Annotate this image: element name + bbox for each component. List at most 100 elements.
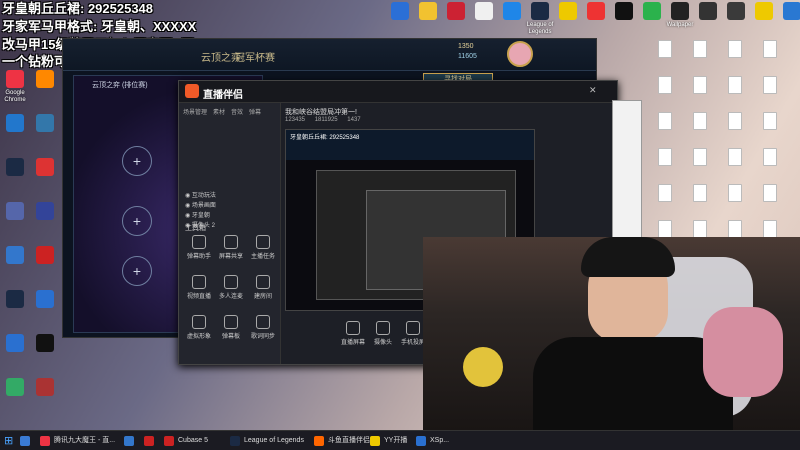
desktop-icon[interactable] bbox=[30, 378, 60, 398]
source-label: 牙皇朝 bbox=[191, 213, 210, 219]
desktop-icon[interactable] bbox=[0, 114, 30, 134]
file-icon[interactable] bbox=[755, 184, 785, 204]
overlay-line-2: 牙家军马甲格式: 牙皇朝、XXXXX bbox=[2, 19, 197, 34]
bottom-action-button[interactable]: 摄像头 bbox=[369, 321, 397, 346]
invite-slot[interactable]: + bbox=[122, 256, 152, 286]
invite-slot[interactable]: + bbox=[122, 146, 152, 176]
start-button[interactable]: ⊞ bbox=[4, 434, 13, 447]
taskbar-item[interactable]: Cubase 5 bbox=[162, 434, 224, 448]
file-icon[interactable] bbox=[650, 148, 680, 168]
scene-tab[interactable]: 场景管理 bbox=[183, 110, 207, 116]
taskbar-item[interactable]: 斗鱼直播伴侣 bbox=[312, 434, 370, 448]
file-icon[interactable] bbox=[685, 112, 715, 132]
desktop-icon[interactable] bbox=[30, 114, 60, 134]
scene-tab[interactable]: 弹幕 bbox=[249, 110, 261, 116]
overlay-line-1: 牙皇朝丘丘裙: 292525348 bbox=[2, 1, 154, 16]
app-icon bbox=[531, 2, 549, 20]
eye-icon[interactable]: ◉ bbox=[185, 213, 192, 219]
game-tab-2[interactable]: 冠军杯赛 bbox=[235, 49, 275, 64]
desktop-icon[interactable] bbox=[0, 290, 30, 310]
desktop-icon[interactable] bbox=[0, 378, 30, 398]
desktop-icon[interactable] bbox=[30, 70, 60, 90]
app-icon bbox=[36, 334, 54, 352]
scene-tab[interactable]: 素材 bbox=[213, 110, 225, 116]
app-icon bbox=[6, 202, 24, 220]
file-icon[interactable] bbox=[720, 76, 750, 96]
taskbar: ⊞ 腾讯九大魔王 - 直... Cubase 5 League of Legends… bbox=[0, 430, 800, 450]
avatar[interactable] bbox=[507, 41, 533, 67]
desktop-icon[interactable] bbox=[30, 246, 60, 266]
desktop-icon[interactable] bbox=[30, 334, 60, 354]
tool-icon bbox=[192, 275, 206, 289]
file-icon[interactable] bbox=[720, 40, 750, 60]
eye-icon[interactable]: ◉ bbox=[185, 203, 192, 209]
invite-slot[interactable]: + bbox=[122, 206, 152, 236]
tool-button[interactable]: 主播任务 bbox=[249, 235, 277, 260]
desktop-icon[interactable] bbox=[30, 202, 60, 222]
document-icon bbox=[763, 112, 777, 130]
tool-button[interactable]: 视频直播 bbox=[185, 275, 213, 300]
file-icon[interactable] bbox=[755, 112, 785, 132]
desktop-icon[interactable] bbox=[772, 2, 800, 22]
desktop-icon[interactable] bbox=[0, 158, 30, 178]
source-item[interactable]: ◉ 牙皇朝 bbox=[185, 211, 276, 221]
eye-icon[interactable]: ◉ bbox=[185, 193, 192, 199]
action-icon bbox=[376, 321, 390, 335]
source-item[interactable]: ◉ 互动玩法 bbox=[185, 191, 276, 201]
desktop-icon[interactable] bbox=[0, 246, 30, 266]
file-icon[interactable] bbox=[755, 148, 785, 168]
file-icon[interactable] bbox=[720, 112, 750, 132]
file-icon[interactable] bbox=[685, 76, 715, 96]
desktop-icon[interactable]: Google Chrome bbox=[0, 70, 30, 104]
file-icon[interactable] bbox=[650, 112, 680, 132]
file-icon[interactable] bbox=[650, 184, 680, 204]
tool-button[interactable]: 多人连麦 bbox=[217, 275, 245, 300]
tool-button[interactable]: 歌词同步 bbox=[249, 315, 277, 340]
taskbar-item[interactable]: YY开播 bbox=[368, 434, 410, 448]
tool-icon bbox=[192, 315, 206, 329]
poster bbox=[703, 307, 783, 397]
app-icon bbox=[36, 114, 54, 132]
document-icon bbox=[658, 40, 672, 58]
tool-button[interactable]: 弹幕板 bbox=[217, 315, 245, 340]
desktop-icon[interactable] bbox=[30, 290, 60, 310]
taskbar-item[interactable] bbox=[142, 434, 158, 448]
file-icon[interactable] bbox=[755, 76, 785, 96]
viewer-stat: 123435 bbox=[285, 117, 306, 123]
desktop-icon[interactable] bbox=[0, 334, 30, 354]
desktop-icon[interactable] bbox=[30, 158, 60, 178]
file-icon[interactable] bbox=[685, 184, 715, 204]
tool-icon bbox=[224, 275, 238, 289]
scene-panel: 场景管理 素材 音效 弹幕 ◉ 互动玩法 ◉ 场景画面 ◉ 牙皇朝 ◉ 摄像头 2 工具箱 … bbox=[179, 103, 281, 364]
desktop-icon[interactable] bbox=[0, 202, 30, 222]
action-icon bbox=[346, 321, 360, 335]
scene-tab[interactable]: 音效 bbox=[231, 110, 243, 116]
taskbar-item[interactable]: League of Legends bbox=[228, 434, 308, 448]
close-icon[interactable]: ✕ bbox=[589, 85, 597, 96]
document-icon bbox=[763, 40, 777, 58]
source-item[interactable]: ◉ 场景画面 bbox=[185, 201, 276, 211]
file-icon[interactable] bbox=[650, 40, 680, 60]
document-icon bbox=[728, 184, 742, 202]
file-icon[interactable] bbox=[720, 148, 750, 168]
file-icon[interactable] bbox=[720, 184, 750, 204]
side-window[interactable] bbox=[612, 100, 642, 250]
tool-button[interactable]: 弹幕助手 bbox=[185, 235, 213, 260]
tool-label: 屏幕共享 bbox=[218, 254, 243, 260]
taskbar-item[interactable] bbox=[122, 434, 138, 448]
file-icon[interactable] bbox=[755, 40, 785, 60]
file-icon[interactable] bbox=[685, 148, 715, 168]
tool-button[interactable]: 虚拟形象 bbox=[185, 315, 213, 340]
bottom-action-button[interactable]: 直播屏幕 bbox=[339, 321, 367, 346]
app-logo-icon bbox=[185, 84, 199, 98]
plush-toy bbox=[463, 347, 503, 387]
app-icon bbox=[6, 378, 24, 396]
file-icon[interactable] bbox=[650, 76, 680, 96]
tool-button[interactable]: 建房间 bbox=[249, 275, 277, 300]
document-icon bbox=[693, 148, 707, 166]
taskbar-item[interactable]: 腾讯九大魔王 - 直... bbox=[38, 434, 118, 448]
file-icon[interactable] bbox=[685, 40, 715, 60]
taskbar-item[interactable]: XSp... bbox=[414, 434, 466, 448]
tool-button[interactable]: 屏幕共享 bbox=[217, 235, 245, 260]
taskbar-item[interactable] bbox=[18, 434, 34, 448]
